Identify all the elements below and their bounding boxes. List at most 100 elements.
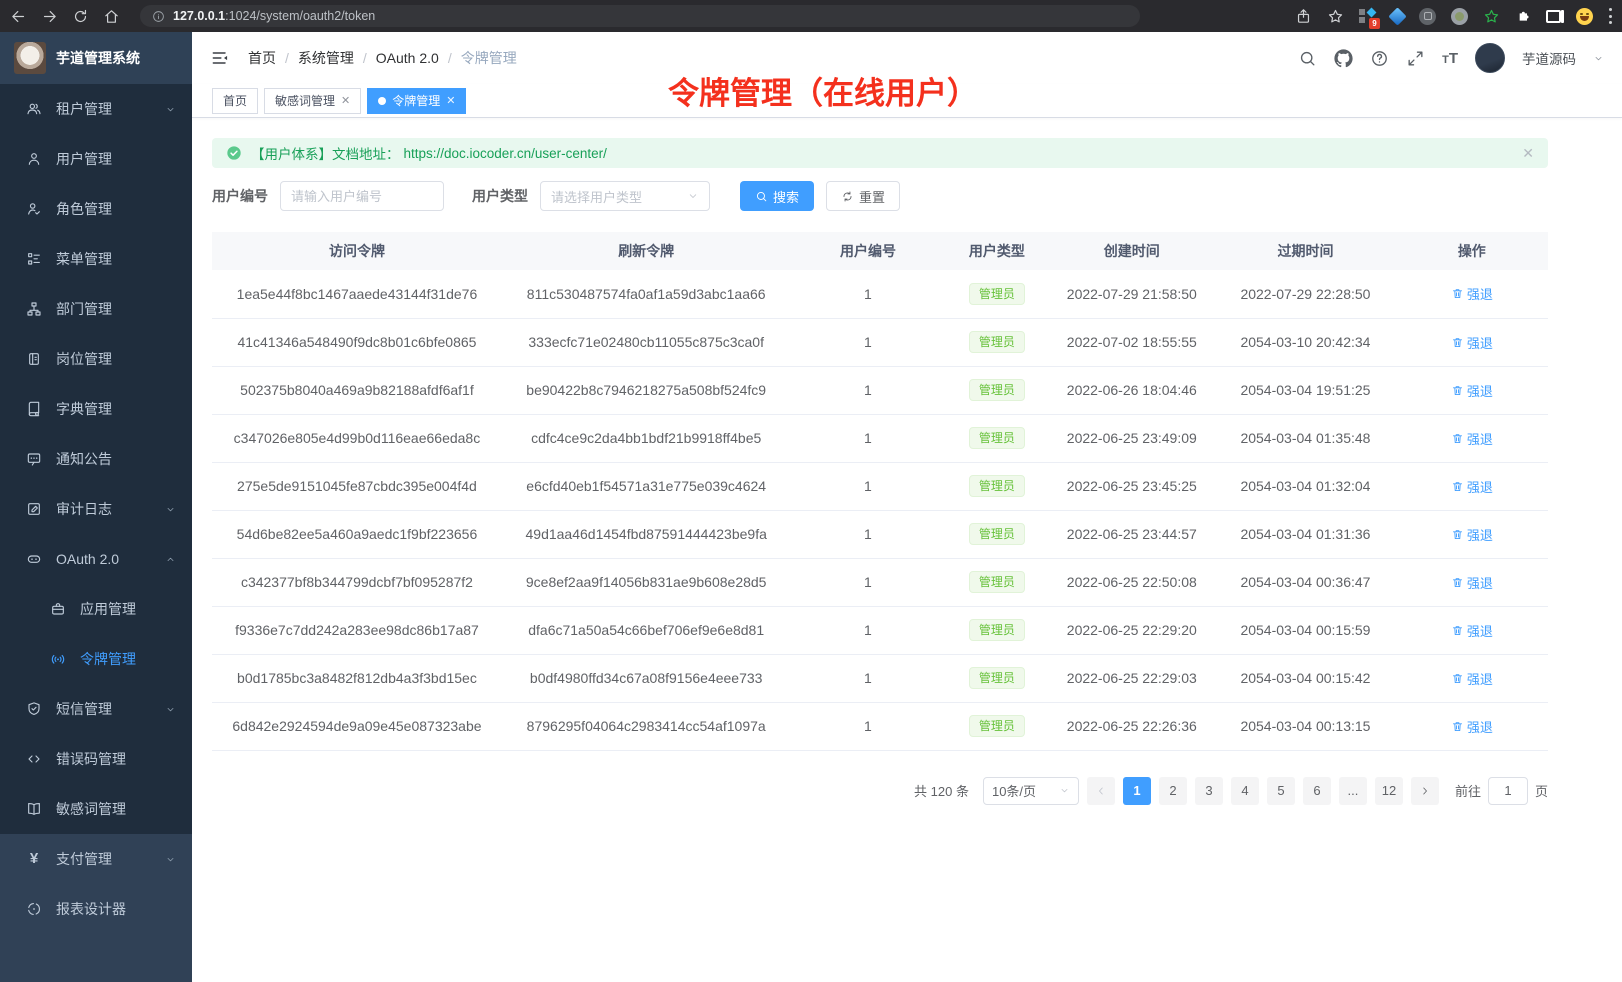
sidebar-item[interactable]: 租户管理 [0, 84, 192, 134]
extension-green-star-icon[interactable] [1483, 8, 1500, 25]
force-logout-button[interactable]: 强退 [1451, 429, 1493, 448]
force-logout-label: 强退 [1467, 429, 1493, 448]
chevron-down-icon [165, 104, 176, 115]
extensions-puzzle-icon[interactable] [1515, 8, 1531, 24]
breadcrumb-item[interactable]: 系统管理 [298, 48, 354, 68]
sidebar-item[interactable]: 部门管理 [0, 284, 192, 334]
access-token-cell: 6d842e2924594de9a09e45e087323abe [212, 702, 502, 750]
user-id-label: 用户编号 [212, 186, 268, 206]
user-id-input[interactable] [280, 181, 444, 211]
expire-time-cell: 2054-03-04 01:35:48 [1215, 414, 1395, 462]
user-type-select[interactable]: 请选择用户类型 [540, 181, 710, 211]
github-icon[interactable] [1334, 49, 1353, 68]
font-size-icon[interactable]: TT [1442, 50, 1458, 67]
force-logout-button[interactable]: 强退 [1451, 573, 1493, 592]
force-logout-button[interactable]: 强退 [1451, 284, 1493, 303]
trash-icon [1451, 528, 1464, 541]
tab-close-icon[interactable]: ✕ [446, 94, 455, 107]
page-button[interactable]: 3 [1195, 777, 1223, 805]
alert-doc-link[interactable]: https://doc.iocoder.cn/user-center/ [404, 146, 607, 161]
force-logout-button[interactable]: 强退 [1451, 381, 1493, 400]
extension-grid-icon[interactable]: 9 [1359, 8, 1376, 25]
chevron-right-icon [1419, 785, 1431, 797]
share-icon[interactable] [1295, 8, 1312, 25]
sidebar-item[interactable]: 字典管理 [0, 384, 192, 434]
breadcrumb-item[interactable]: OAuth 2.0 [376, 50, 439, 66]
help-icon[interactable] [1370, 49, 1389, 68]
logo-rabbit-image [14, 42, 46, 74]
goto-page-input[interactable] [1488, 777, 1528, 805]
next-page-button[interactable] [1411, 777, 1439, 805]
sidebar-item[interactable]: OAuth 2.0 [0, 534, 192, 584]
page-button[interactable]: 6 [1303, 777, 1331, 805]
page-button[interactable]: ... [1339, 777, 1367, 805]
page-button[interactable]: 5 [1267, 777, 1295, 805]
site-info-icon[interactable] [152, 10, 165, 23]
sidebar-item[interactable]: 审计日志 [0, 484, 192, 534]
browser-menu-icon[interactable] [1608, 8, 1612, 24]
sidebar-item[interactable]: 用户管理 [0, 134, 192, 184]
force-logout-button[interactable]: 强退 [1451, 717, 1493, 736]
column-header: 用户编号 [790, 232, 945, 270]
page-button[interactable]: 12 [1375, 777, 1403, 805]
avatar[interactable] [1475, 43, 1505, 73]
user-name[interactable]: 芋道源码 [1522, 48, 1576, 68]
bookmark-star-icon[interactable] [1327, 8, 1344, 25]
search-icon[interactable] [1298, 49, 1317, 68]
sidebar-item[interactable]: 应用管理 [0, 584, 192, 634]
sidebar-item[interactable]: 令牌管理 [0, 634, 192, 684]
side-panel-icon[interactable] [1546, 10, 1561, 23]
app-logo[interactable]: 芋道管理系统 [0, 32, 192, 84]
extension-gray-circle-icon[interactable] [1451, 8, 1468, 25]
force-logout-button[interactable]: 强退 [1451, 477, 1493, 496]
access-token-cell: 1ea5e44f8bc1467aaede43144f31de76 [212, 270, 502, 318]
force-logout-label: 强退 [1467, 477, 1493, 496]
sidebar-item[interactable]: 菜单管理 [0, 234, 192, 284]
page-size-select[interactable]: 10条/页 [983, 777, 1079, 805]
sidebar-item[interactable]: 通知公告 [0, 434, 192, 484]
sidebar-item-label: 审计日志 [56, 499, 112, 519]
browser-home-icon[interactable] [103, 8, 120, 25]
collapse-sidebar-icon[interactable] [210, 48, 230, 68]
force-logout-button[interactable]: 强退 [1451, 525, 1493, 544]
page-button[interactable]: 1 [1123, 777, 1151, 805]
view-tab[interactable]: 敏感词管理✕ [264, 88, 361, 114]
sidebar-item[interactable]: ¥支付管理 [0, 834, 192, 884]
sidebar-item[interactable]: 岗位管理 [0, 334, 192, 384]
force-logout-button[interactable]: 强退 [1451, 621, 1493, 640]
force-logout-button[interactable]: 强退 [1451, 669, 1493, 688]
browser-reload-icon[interactable] [72, 8, 89, 25]
sidebar-item[interactable]: 角色管理 [0, 184, 192, 234]
browser-chrome: 127.0.0.1:1024/system/oauth2/token 9 [0, 0, 1622, 32]
browser-forward-icon[interactable] [41, 8, 58, 25]
fullscreen-icon[interactable] [1406, 49, 1425, 68]
view-tab[interactable]: 令牌管理✕ [367, 88, 466, 114]
extension-gem-icon[interactable] [1388, 7, 1406, 25]
prev-page-button[interactable] [1087, 777, 1115, 805]
user-type-placeholder: 请选择用户类型 [551, 187, 642, 206]
profile-emoji-icon[interactable] [1576, 8, 1593, 25]
tab-close-icon[interactable]: ✕ [341, 94, 350, 107]
page-button[interactable]: 4 [1231, 777, 1259, 805]
extension-dark-circle-icon[interactable] [1419, 8, 1436, 25]
chevron-down-icon[interactable] [1593, 53, 1604, 64]
page-button[interactable]: 2 [1159, 777, 1187, 805]
address-bar[interactable]: 127.0.0.1:1024/system/oauth2/token [140, 5, 1140, 27]
sidebar-item[interactable]: 敏感词管理 [0, 784, 192, 834]
sidebar-item-label: 令牌管理 [80, 649, 136, 669]
sidebar-item[interactable]: 错误码管理 [0, 734, 192, 784]
table-row: 502375b8040a469a9b82188afdf6af1fbe90422b… [212, 366, 1548, 414]
view-tab[interactable]: 首页 [212, 88, 258, 114]
sidebar-item[interactable]: 报表设计器 [0, 884, 192, 934]
created-time-cell: 2022-06-25 22:29:20 [1048, 606, 1215, 654]
force-logout-button[interactable]: 强退 [1451, 333, 1493, 352]
sidebar-item[interactable]: 短信管理 [0, 684, 192, 734]
browser-back-icon[interactable] [10, 8, 27, 25]
search-button[interactable]: 搜索 [740, 181, 814, 211]
breadcrumb-item[interactable]: 首页 [248, 48, 276, 68]
sidebar-item-label: 岗位管理 [56, 349, 112, 369]
reset-button[interactable]: 重置 [826, 181, 900, 211]
chevron-down-icon [165, 704, 176, 715]
refresh-token-cell: 811c530487574fa0af1a59d3abc1aa66 [502, 270, 791, 318]
alert-close-icon[interactable]: ✕ [1522, 145, 1534, 162]
